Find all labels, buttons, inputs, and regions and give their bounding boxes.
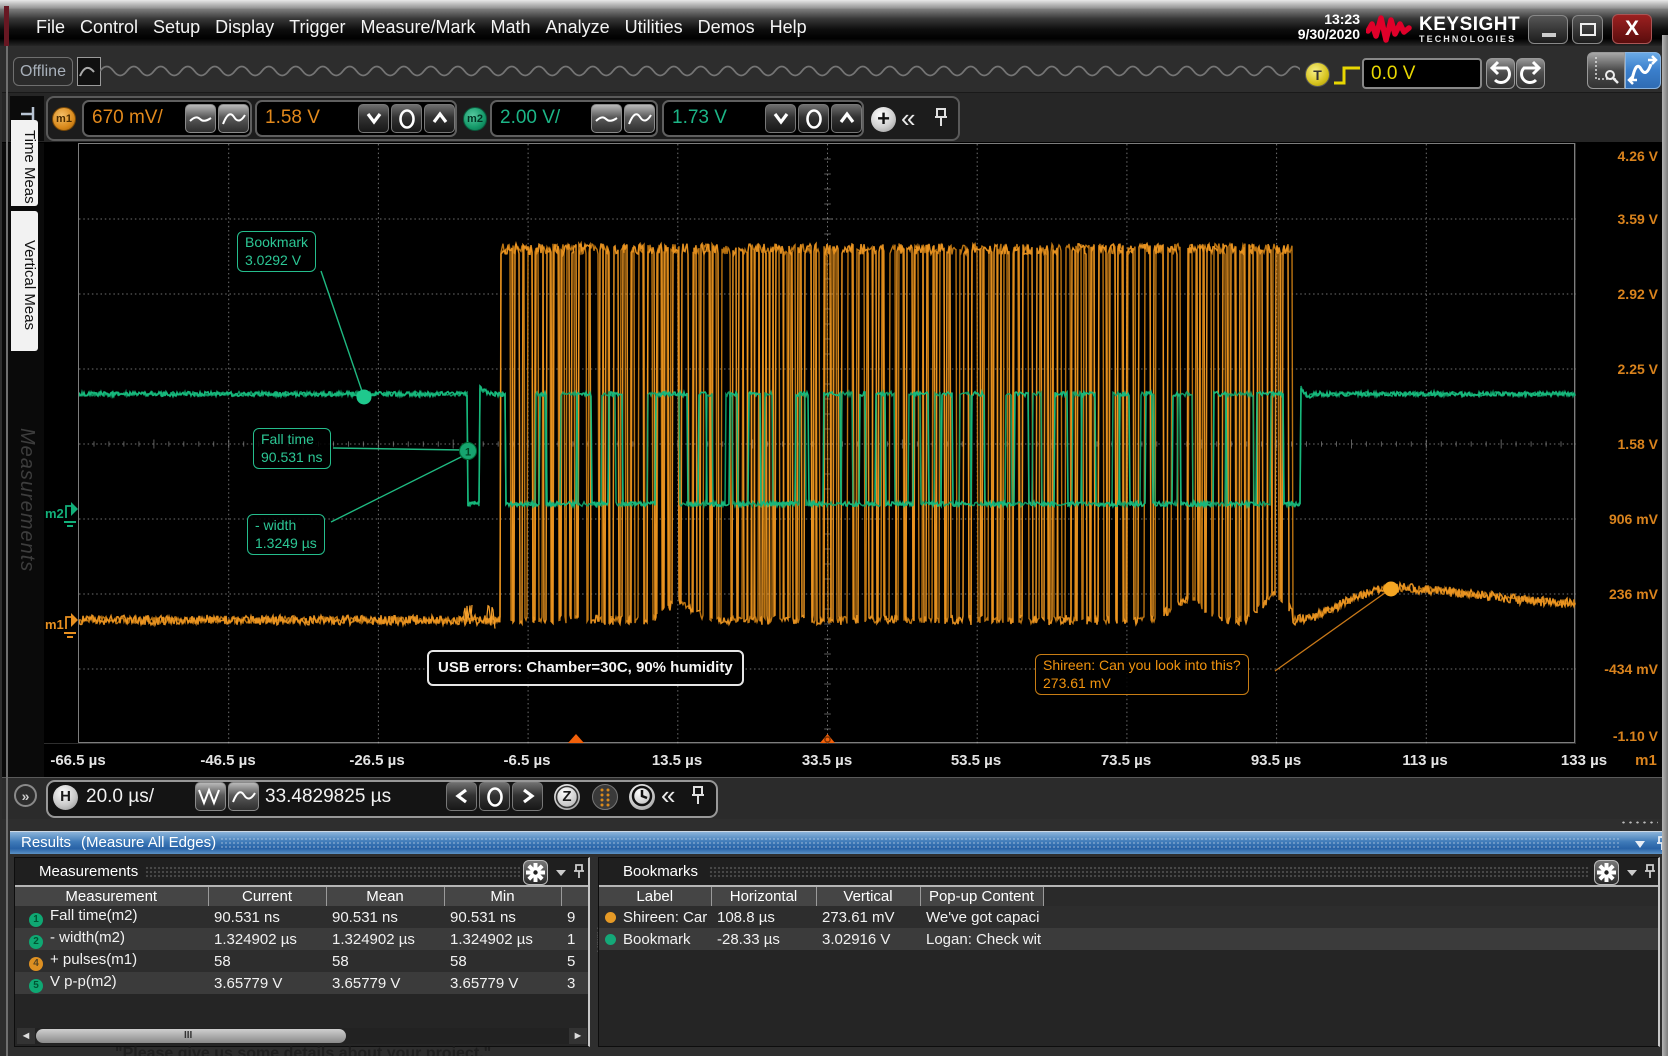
svg-text:1: 1 (465, 447, 471, 459)
